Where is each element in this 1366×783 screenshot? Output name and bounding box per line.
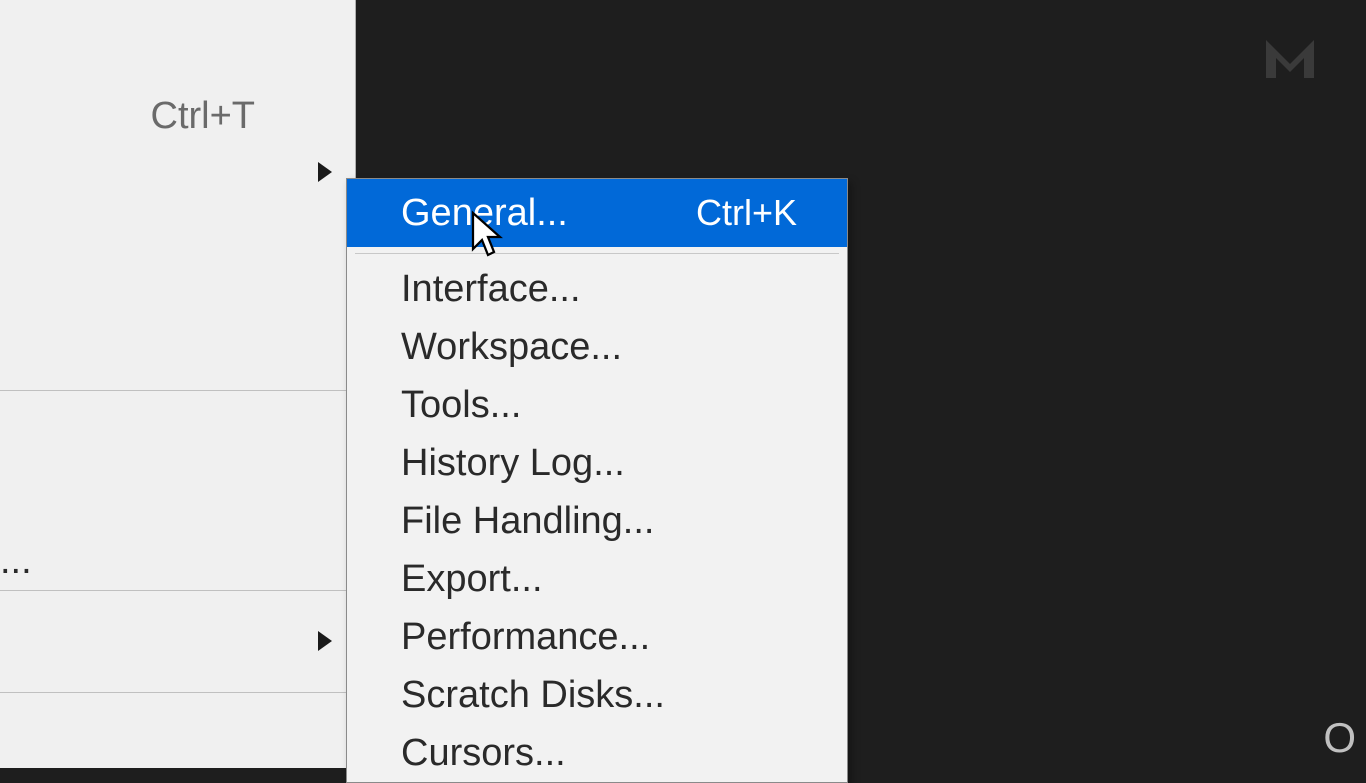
submenu-item-general[interactable]: General... Ctrl+K	[347, 179, 847, 247]
submenu-item-label: Performance...	[401, 616, 650, 659]
submenu-divider	[355, 253, 839, 254]
submenu-item-scratch-disks[interactable]: Scratch Disks...	[347, 666, 847, 724]
truncated-menu-text: ...	[0, 540, 32, 583]
submenu-item-performance[interactable]: Performance...	[347, 608, 847, 666]
submenu-item-label: Scratch Disks...	[401, 674, 665, 717]
parent-menu: Ctrl+T ...	[0, 0, 356, 768]
submenu-item-label: Export...	[401, 558, 543, 601]
submenu-item-history-log[interactable]: History Log...	[347, 434, 847, 492]
submenu-item-label: Interface...	[401, 268, 581, 311]
submenu-item-interface[interactable]: Interface...	[347, 260, 847, 318]
submenu-item-workspace[interactable]: Workspace...	[347, 318, 847, 376]
menu-divider	[0, 692, 356, 693]
submenu-item-label: File Handling...	[401, 500, 654, 543]
submenu-item-label: General...	[401, 192, 568, 235]
submenu-item-label: Workspace...	[401, 326, 622, 369]
submenu-item-label: Cursors...	[401, 732, 566, 775]
menu-divider	[0, 390, 356, 391]
menu-shortcut-label: Ctrl+T	[151, 95, 256, 138]
submenu-item-tools[interactable]: Tools...	[347, 376, 847, 434]
submenu-item-export[interactable]: Export...	[347, 550, 847, 608]
submenu-item-file-handling[interactable]: File Handling...	[347, 492, 847, 550]
submenu-item-cursors[interactable]: Cursors...	[347, 724, 847, 782]
menu-divider	[0, 590, 356, 591]
preferences-submenu: General... Ctrl+K Interface... Workspace…	[346, 178, 848, 783]
app-logo-icon	[1262, 36, 1318, 93]
submenu-arrow-icon	[318, 631, 332, 651]
submenu-item-shortcut: Ctrl+K	[696, 192, 797, 234]
submenu-item-label: Tools...	[401, 384, 521, 427]
submenu-arrow-icon	[318, 162, 332, 182]
partial-text-bottom-right: O	[1323, 714, 1356, 762]
submenu-item-label: History Log...	[401, 442, 625, 485]
